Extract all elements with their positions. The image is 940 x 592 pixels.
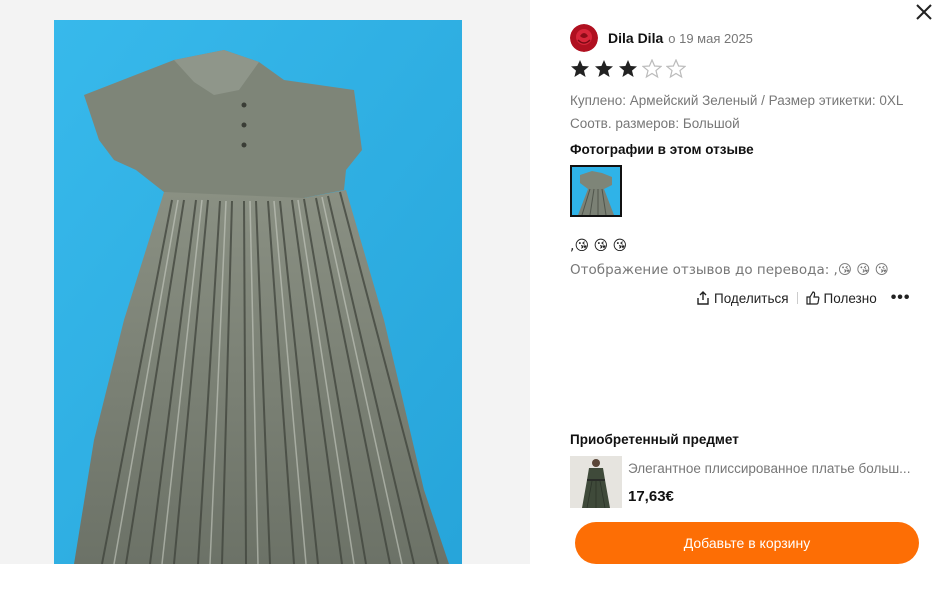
review-date: о 19 мая 2025	[668, 30, 753, 46]
review-photo[interactable]	[54, 20, 462, 564]
purchased-variant: Куплено: Армейский Зеленый / Размер этик…	[570, 93, 904, 108]
review-actions: Поделиться Полезно •••	[696, 289, 911, 307]
original-text-note: Отображение отзывов до перевода: ,😘 😘 😘	[570, 262, 889, 278]
thumbs-up-icon	[805, 291, 819, 305]
review-text: ,😘 😘 😘	[570, 238, 628, 254]
product-price: 17,63€	[628, 488, 674, 505]
rating-stars	[570, 59, 686, 79]
close-icon	[916, 4, 932, 20]
dress-photo-image	[54, 20, 462, 564]
star-filled-icon	[571, 60, 589, 77]
star-filled-icon	[595, 60, 613, 77]
review-photo-thumbnail[interactable]	[570, 165, 622, 217]
helpful-button[interactable]: Полезно	[805, 290, 877, 306]
rose-avatar-icon	[570, 24, 598, 52]
review-photo-panel	[0, 0, 530, 564]
add-to-cart-button[interactable]: Добавьте в корзину	[575, 522, 919, 564]
purchased-item-title: Приобретенный предмет	[570, 432, 739, 447]
more-dots-icon[interactable]: •••	[891, 289, 911, 307]
actions-divider	[796, 292, 798, 304]
author-name: Dila Dila	[608, 30, 664, 46]
share-label: Поделиться	[714, 290, 789, 306]
author-row: Dila Dila о 19 мая 2025	[570, 24, 753, 52]
share-button[interactable]: Поделиться	[696, 291, 789, 306]
product-image	[570, 456, 622, 508]
size-fit: Соотв. размеров: Большой	[570, 116, 740, 131]
avatar	[570, 24, 598, 52]
dress-thumbnail-image	[572, 167, 620, 215]
product-name[interactable]: Элегантное плиссированное платье больш..…	[628, 461, 918, 476]
helpful-label: Полезно	[823, 290, 877, 306]
close-button[interactable]	[912, 0, 936, 24]
share-icon	[697, 291, 709, 305]
photos-section-title: Фотографии в этом отзыве	[570, 142, 754, 157]
star-empty-icon	[666, 59, 686, 79]
star-empty-icon	[642, 59, 662, 79]
star-filled-icon	[619, 60, 637, 77]
product-thumbnail[interactable]	[570, 456, 622, 508]
purchased-product[interactable]: Элегантное плиссированное платье больш..…	[570, 456, 920, 508]
